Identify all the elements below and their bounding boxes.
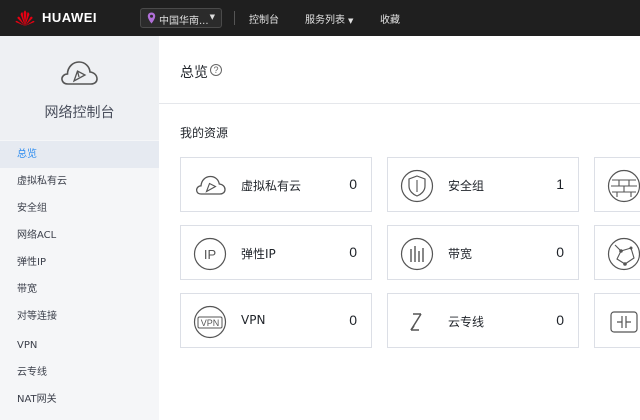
sidebar-item-vpc[interactable]: 虚拟私有云 xyxy=(0,168,159,195)
resource-card-network-acl[interactable] xyxy=(594,157,640,212)
section-title: 我的资源 xyxy=(180,126,229,140)
shield-icon xyxy=(400,169,434,203)
resource-card-direct-connect[interactable]: 云专线 0 xyxy=(387,293,579,348)
sidebar-item-nat-gateway[interactable]: NAT网关 xyxy=(0,386,159,413)
resource-card-vpn[interactable]: VPN VPN 0 xyxy=(180,293,372,348)
firewall-icon xyxy=(607,169,640,203)
cloud-console-icon xyxy=(61,61,98,85)
huawei-logo-icon[interactable] xyxy=(14,9,36,27)
sidebar-item-overview[interactable]: 总览 xyxy=(0,141,159,168)
sidebar-item-network-acl[interactable]: 网络ACL xyxy=(0,222,159,249)
sidebar-item-direct-connect[interactable]: 云专线 xyxy=(0,359,159,386)
header-divider xyxy=(234,11,235,25)
bandwidth-icon xyxy=(400,237,434,271)
card-count: 0 xyxy=(349,312,357,328)
resource-card-peering[interactable] xyxy=(594,225,640,280)
sidebar-item-bandwidth[interactable]: 带宽 xyxy=(0,276,159,303)
card-count: 0 xyxy=(349,244,357,260)
nav-console[interactable]: 控制台 xyxy=(249,11,279,26)
card-count: 0 xyxy=(556,244,564,260)
card-label: 安全组 xyxy=(448,179,485,193)
brand-name[interactable]: HUAWEI xyxy=(42,10,97,25)
nav-service-list[interactable]: 服务列表 ▼ xyxy=(305,11,353,26)
card-count: 1 xyxy=(556,176,564,192)
resource-card-nat-gateway[interactable] xyxy=(594,293,640,348)
direct-connect-icon xyxy=(410,313,422,331)
nav-service-list-label: 服务列表 xyxy=(305,15,345,26)
card-count: 0 xyxy=(556,312,564,328)
card-label: 虚拟私有云 xyxy=(241,179,302,193)
card-label: VPN xyxy=(241,313,266,327)
sidebar-header: 网络控制台 xyxy=(0,36,159,140)
svg-text:IP: IP xyxy=(204,247,216,262)
cloud-icon xyxy=(196,175,226,195)
vpn-icon: VPN xyxy=(193,305,227,339)
globe-network-icon xyxy=(607,237,640,271)
sidebar-item-elastic-ip[interactable]: 弹性IP xyxy=(0,249,159,276)
resource-card-security-group[interactable]: 安全组 1 xyxy=(387,157,579,212)
sidebar: 网络控制台 总览 虚拟私有云 安全组 网络ACL 弹性IP 带宽 对等连接 VP… xyxy=(0,36,159,420)
help-icon[interactable]: ? xyxy=(210,64,222,76)
gateway-icon xyxy=(610,311,638,333)
sidebar-item-peering[interactable]: 对等连接 xyxy=(0,303,159,330)
sidebar-item-security-group[interactable]: 安全组 xyxy=(0,195,159,222)
resource-card-elastic-ip[interactable]: IP 弹性IP 0 xyxy=(180,225,372,280)
caret-down-icon: ▼ xyxy=(348,17,354,25)
card-count: 0 xyxy=(349,176,357,192)
top-bar: HUAWEI 中国华南... ▼ 控制台 服务列表 ▼ 收藏 xyxy=(0,0,640,36)
nav-favorites[interactable]: 收藏 xyxy=(380,11,400,26)
location-pin-icon xyxy=(147,12,156,24)
elastic-ip-icon: IP xyxy=(193,237,227,271)
sidebar-item-vpn[interactable]: VPN xyxy=(0,332,159,359)
region-selector[interactable]: 中国华南... ▼ xyxy=(140,8,222,28)
resource-card-bandwidth[interactable]: 带宽 0 xyxy=(387,225,579,280)
resource-card-vpc[interactable]: 虚拟私有云 0 xyxy=(180,157,372,212)
card-label: 弹性IP xyxy=(241,247,276,261)
caret-down-icon: ▼ xyxy=(209,13,215,21)
region-label: 中国华南... xyxy=(159,16,209,27)
card-label: 带宽 xyxy=(448,247,473,261)
main-content: 总览 ? 我的资源 虚拟私有云 0 安全组 1 IP 弹性IP 0 带宽 0 V… xyxy=(159,36,640,420)
title-divider xyxy=(159,103,640,104)
card-label: 云专线 xyxy=(448,315,485,329)
sidebar-title: 网络控制台 xyxy=(44,105,115,121)
page-title: 总览 xyxy=(180,65,208,81)
svg-text:VPN: VPN xyxy=(201,318,220,328)
